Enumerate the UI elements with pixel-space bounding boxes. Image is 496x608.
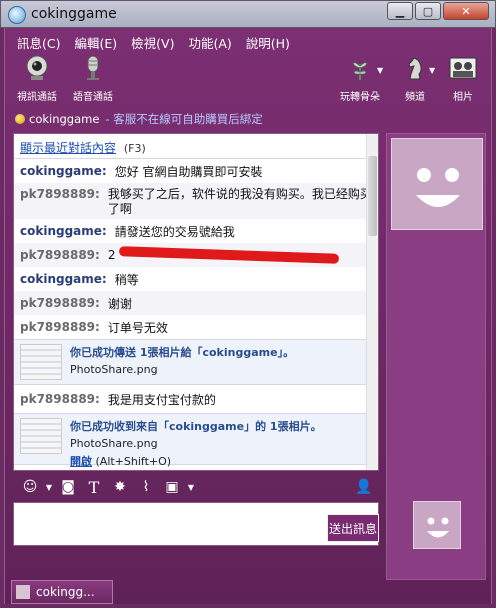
photo-filename: PhotoShare.png xyxy=(70,437,158,450)
menu-message[interactable]: 訊息(C) xyxy=(15,28,68,52)
chess-knight-icon xyxy=(408,57,422,80)
redaction-scribble xyxy=(119,246,340,264)
message-row: pk7898889: 2 xyxy=(14,243,378,267)
toolbar: 視訊通話 語音通話 ▼ 玩轉骨朵 ▼ 頻道 相片 xyxy=(5,52,493,103)
photo-filename: PhotoShare.png xyxy=(70,363,158,376)
conversation-tabs: cokingg... xyxy=(5,580,493,604)
open-shortcut: (Alt+Shift+O) xyxy=(95,455,172,468)
channel-button[interactable]: ▼ 頻道 xyxy=(393,54,437,103)
my-avatar[interactable] xyxy=(413,501,461,549)
contact-status: cokinggame - 客服不在線可自助購買后綁定 xyxy=(15,110,485,128)
webcam-icon xyxy=(26,55,48,80)
message-text: 2 xyxy=(107,248,116,262)
chevron-down-icon: ▼ xyxy=(377,66,384,75)
photo-thumbnail[interactable] xyxy=(20,418,62,454)
contact-status-message: - 客服不在線可自助購買后綁定 xyxy=(105,112,263,126)
conversation-panel: 顯示最近對話內容 (F3) cokinggame: 您好 官網自助購買即可安裝 … xyxy=(13,133,379,471)
conversation-tab-label: cokingg... xyxy=(36,585,95,599)
message-sender: cokinggame: xyxy=(20,224,107,238)
message-input[interactable] xyxy=(13,502,379,546)
message-sender: cokinggame: xyxy=(20,164,107,178)
title-bar: cokinggame ▁ ▢ ✕ xyxy=(0,0,496,28)
chevron-down-icon[interactable]: ▼ xyxy=(187,478,195,496)
games-label: 玩轉骨朵 xyxy=(340,92,380,103)
attach-icon[interactable]: ⌇ xyxy=(135,478,157,496)
message-text: 谢谢 xyxy=(107,296,132,311)
message-sender: cokinggame: xyxy=(20,272,107,286)
photo-sent-text: 你已成功傳送 1張相片給「cokinggame」。 xyxy=(70,346,295,359)
message-text: 订单号无效 xyxy=(107,320,168,335)
chevron-down-icon[interactable]: ▼ xyxy=(45,478,53,496)
message-row: cokinggame: 稍等 xyxy=(14,267,378,291)
voice-call-label: 語音通話 xyxy=(73,92,113,103)
photo-received-notice: 你已成功收到來自「cokinggame」的 1張相片。 PhotoShare.p… xyxy=(14,413,378,468)
minimize-button[interactable]: ▁ xyxy=(387,2,413,20)
message-text: 請發送您的交易號給我 xyxy=(114,224,235,239)
emoticon-icon[interactable]: ☺ xyxy=(19,478,41,496)
message-sender: pk7898889: xyxy=(20,392,100,406)
photos-label: 相片 xyxy=(453,92,473,103)
message-row: pk7898889: 我是用支付宝付款的 xyxy=(14,385,378,413)
nudge-icon[interactable]: ◙ xyxy=(57,478,79,496)
message-sender: pk7898889: xyxy=(20,187,100,201)
plant-icon xyxy=(352,62,368,80)
channel-label: 頻道 xyxy=(405,92,425,103)
voice-call-button[interactable]: 語音通話 xyxy=(71,54,115,103)
microphone-icon xyxy=(87,55,99,80)
contact-icon[interactable]: 👤 xyxy=(353,478,375,496)
window-title: cokinggame xyxy=(31,6,117,22)
maximize-button[interactable]: ▢ xyxy=(415,2,441,20)
message-row: pk7898889: 我够买了之后，软件说的我没有购买。我已经购买了啊 xyxy=(14,183,378,219)
video-call-button[interactable]: 視訊通話 xyxy=(15,54,59,103)
message-text: 稍等 xyxy=(114,272,139,287)
contact-avatar[interactable] xyxy=(391,138,483,230)
menu-actions[interactable]: 功能(A) xyxy=(186,28,239,52)
avatar-column xyxy=(386,133,486,580)
message-row: cokinggame: 請發送您的交易號給我 xyxy=(14,219,378,243)
show-recent-link[interactable]: 顯示最近對話內容 xyxy=(20,141,116,155)
messenger-window: 訊息(C) 編輯(E) 檢視(V) 功能(A) 說明(H) 視訊通話 語音通話 … xyxy=(4,28,492,604)
photos-button[interactable]: 相片 xyxy=(445,54,481,103)
menu-help[interactable]: 說明(H) xyxy=(244,28,298,52)
photo-thumbnail[interactable] xyxy=(20,344,62,380)
message-sender: pk7898889: xyxy=(20,320,100,334)
menu-edit[interactable]: 編輯(E) xyxy=(72,28,125,52)
conversation-tab[interactable]: cokingg... xyxy=(11,580,113,604)
chevron-down-icon: ▼ xyxy=(429,66,436,75)
message-text: 您好 官網自助購買即可安裝 xyxy=(114,164,263,179)
conversation-header: 顯示最近對話內容 (F3) xyxy=(14,134,378,159)
smiley-icon xyxy=(427,517,449,538)
conversation-scrollbar[interactable] xyxy=(366,134,378,470)
messenger-app-icon xyxy=(8,6,26,24)
close-button[interactable]: ✕ xyxy=(443,2,489,20)
message-sender: pk7898889: xyxy=(20,296,100,310)
smiley-icon xyxy=(416,168,460,207)
games-button[interactable]: ▼ 玩轉骨朵 xyxy=(335,54,385,103)
hotkey-label: (F3) xyxy=(123,142,146,155)
message-row: pk7898889: 订单号无效 xyxy=(14,315,378,339)
menu-view[interactable]: 檢視(V) xyxy=(129,28,182,52)
font-icon[interactable]: T xyxy=(83,478,105,497)
photo-received-text: 你已成功收到來自「cokinggame」的 1張相片。 xyxy=(70,420,322,433)
message-text: 我是用支付宝付款的 xyxy=(107,392,216,407)
contact-tab-icon xyxy=(16,585,30,599)
scrollbar-thumb[interactable] xyxy=(368,156,377,236)
send-button[interactable]: 送出訊息 xyxy=(327,514,379,542)
open-photo-link[interactable]: 開啟 xyxy=(70,455,92,468)
photo-sent-notice: 你已成功傳送 1張相片給「cokinggame」。 PhotoShare.png xyxy=(14,339,378,385)
format-toolbar: ☺ ▼ ◙ T ✸ ⌇ ▣ ▼ 👤 xyxy=(13,474,379,500)
status-icon xyxy=(15,114,25,124)
buzz-icon[interactable]: ✸ xyxy=(109,478,131,496)
contact-name: cokinggame xyxy=(29,112,100,126)
message-text: 我够买了之后，软件说的我没有购买。我已经购买了啊 xyxy=(107,187,372,216)
share-photo-icon[interactable]: ▣ xyxy=(161,478,183,496)
message-row: pk7898889: 谢谢 xyxy=(14,291,378,315)
message-row: cokinggame: 您好 官網自助購買即可安裝 xyxy=(14,159,378,183)
menu-bar: 訊息(C) 編輯(E) 檢視(V) 功能(A) 說明(H) xyxy=(5,28,493,52)
message-sender: pk7898889: xyxy=(20,248,100,262)
video-call-label: 視訊通話 xyxy=(17,92,57,103)
photos-icon xyxy=(449,57,477,79)
